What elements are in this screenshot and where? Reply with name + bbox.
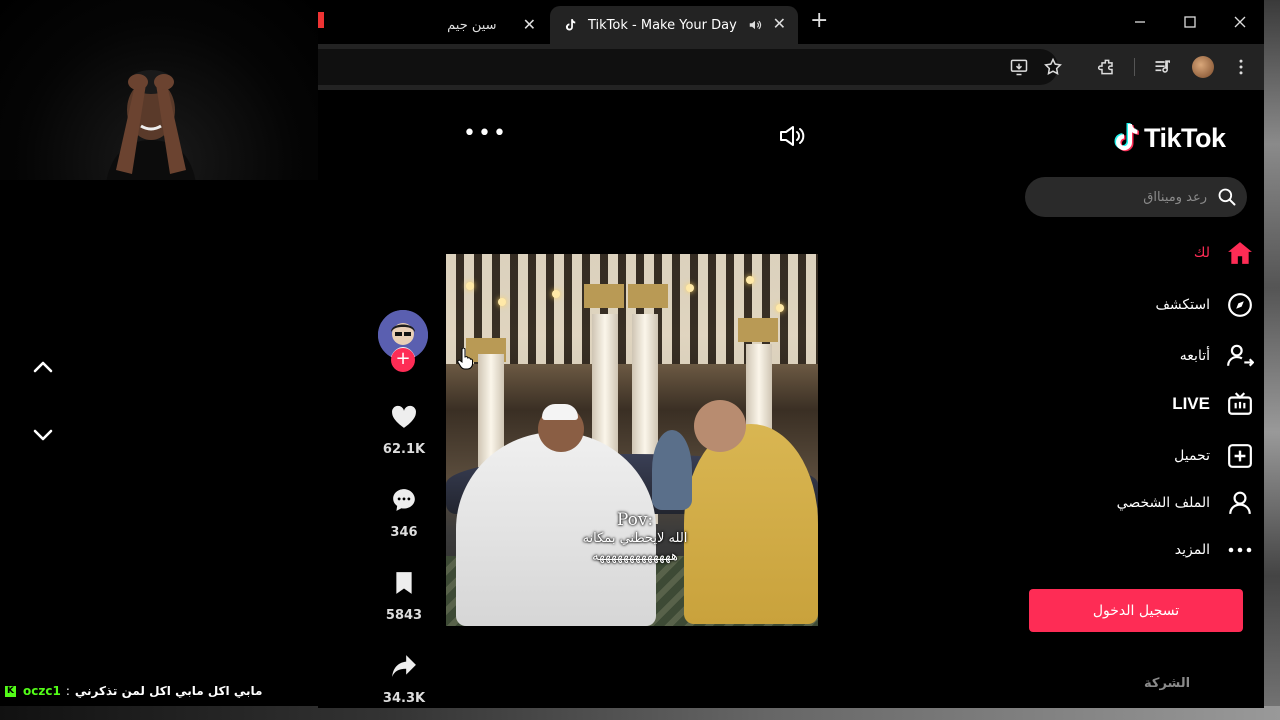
screen: سين جيم ✕ TikTok - Make Your Day ✕ + •••… [0,0,1280,720]
kebab-menu-icon[interactable] [1230,56,1252,78]
tiktok-page: ••• Pov: الله لايحطني بمكانه ههههههههههه… [318,90,1264,708]
logo-text: TikTok [1144,122,1226,153]
company-link[interactable]: الشركة [1144,676,1190,691]
following-icon [1226,342,1254,370]
chevron-up-icon[interactable] [30,354,56,380]
follow-button[interactable]: + [391,348,415,372]
webcam-overlay [0,0,318,180]
nav-more[interactable]: المزيد [1078,532,1254,568]
video-detail [694,400,746,452]
search-input[interactable] [1039,177,1207,217]
video-caption: Pov: الله لايحطني بمكانه هههههههههههههه [540,510,730,566]
nav-label: LIVE [1172,394,1210,413]
address-bar[interactable] [318,49,1058,85]
video-detail [584,284,624,308]
install-app-icon[interactable] [1008,56,1030,78]
tab-tiktok[interactable]: TikTok - Make Your Day ✕ [550,6,798,44]
nav-label: تحميل [1174,448,1210,464]
caption-line: هههههههههههههه [592,549,678,564]
nav-label: الملف الشخصي [1116,495,1210,511]
bookmark-star-icon[interactable] [1042,56,1064,78]
tab-title: TikTok - Make Your Day [588,17,737,33]
like-count: 62.1K [382,442,426,457]
caption-pov: Pov: [616,510,654,530]
hand-cursor-icon [457,347,473,370]
share-icon[interactable] [380,651,428,681]
share-count: 34.3K [382,691,426,706]
nav-label: أتابعه [1179,348,1210,364]
chat-separator: : [65,684,70,698]
media-control-icon[interactable] [1152,56,1174,78]
nav-following[interactable]: أتابعه [1078,338,1254,374]
like-action[interactable]: 62.1K [380,402,428,457]
nav-explore[interactable]: استكشف [1078,287,1254,323]
heart-icon[interactable] [380,402,428,432]
nav-label: المزيد [1174,542,1210,558]
volume-icon[interactable] [778,124,806,148]
new-tab-button[interactable]: + [810,10,828,32]
desktop-backdrop [1262,0,1280,720]
video-detail [466,282,474,290]
video-detail [652,430,692,510]
save-action[interactable]: 5843 [380,568,428,623]
more-icon [1226,536,1254,564]
upload-icon [1226,442,1254,470]
window-close-icon[interactable] [1230,12,1250,32]
tiktok-logo[interactable]: TikTok [1110,120,1226,156]
video-detail [746,276,754,284]
login-button[interactable]: تسجيل الدخول [1029,589,1243,632]
chat-text: مابي اكل مابي اكل لمن تذكرني [74,684,263,698]
video-detail [542,404,578,420]
caption-line: الله لايحطني بمكانه [582,531,688,546]
nav-live[interactable]: LIVE [1078,386,1254,422]
toolbar-divider [1134,58,1135,76]
bookmark-icon[interactable] [380,568,428,598]
search-icon[interactable] [1217,187,1237,207]
comment-count: 346 [390,525,418,540]
search-box[interactable] [1025,177,1247,217]
video-detail [552,290,560,298]
chevron-down-icon[interactable] [30,422,56,448]
nav-profile[interactable]: الملف الشخصي [1078,485,1254,521]
tiktok-favicon-icon [562,17,578,33]
comment-action[interactable]: 346 [380,485,428,540]
save-count: 5843 [385,608,423,623]
home-icon [1226,239,1254,267]
share-action[interactable]: 34.3K [380,651,428,706]
speaker-icon[interactable] [748,18,762,32]
maximize-icon[interactable] [1180,12,1200,32]
desktop-backdrop-bottom [0,706,1280,720]
video-detail [776,304,784,312]
video-detail [628,284,668,308]
browser-toolbar [318,44,1264,90]
comment-icon[interactable] [380,485,428,515]
video-detail [498,298,506,306]
compass-icon [1226,291,1254,319]
minimize-icon[interactable] [1130,12,1150,32]
close-icon[interactable]: ✕ [523,17,536,33]
tab-strip: سين جيم ✕ TikTok - Make Your Day ✕ + [318,0,1264,44]
tab-seen-jeem[interactable]: سين جيم ✕ [318,6,550,44]
extensions-icon[interactable] [1096,56,1118,78]
profile-avatar[interactable] [1192,56,1214,78]
nav-for-you[interactable]: لك [1078,235,1254,271]
video-player[interactable]: Pov: الله لايحطني بمكانه هههههههههههههه [446,254,818,626]
nav-label: استكشف [1155,297,1210,313]
more-options-icon[interactable]: ••• [463,123,508,145]
nav-upload[interactable]: تحميل [1078,438,1254,474]
live-tv-icon [1226,390,1254,418]
close-icon[interactable]: ✕ [773,16,786,32]
kick-badge-icon: K [5,685,16,697]
video-detail [738,318,778,342]
video-detail [686,284,694,292]
nav-label: لك [1193,245,1210,261]
browser-window: سين جيم ✕ TikTok - Make Your Day ✕ + •••… [318,0,1264,708]
chat-username: oczc1 [23,684,61,698]
streamer-silhouette [106,70,196,180]
chat-message: K oczc1 : مابي اكل مابي اكل لمن تذكرني [5,682,262,700]
profile-icon [1226,489,1254,517]
tiktok-logo-icon [1114,123,1139,152]
tab-title: سين جيم [447,17,497,33]
